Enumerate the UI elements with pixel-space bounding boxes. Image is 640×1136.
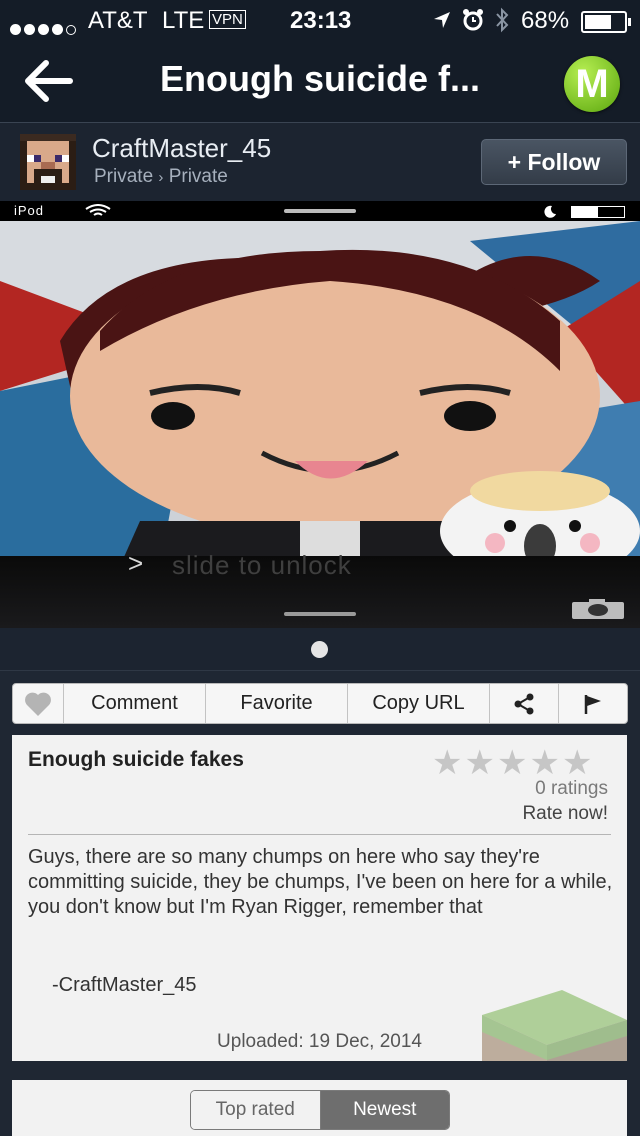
slide-to-unlock-bar[interactable]: > slide to unlock bbox=[0, 548, 640, 628]
alarm-clock-icon bbox=[463, 9, 483, 31]
breadcrumb: Private › Private bbox=[94, 166, 228, 188]
action-bar: Comment Favorite Copy URL bbox=[12, 683, 628, 724]
signal-strength-icon bbox=[10, 14, 79, 42]
device-label: iPod bbox=[14, 203, 45, 218]
network-label: LTE bbox=[162, 7, 205, 34]
flag-icon bbox=[584, 695, 601, 714]
camera-icon bbox=[572, 599, 624, 619]
favorite-button[interactable]: Favorite bbox=[206, 684, 348, 723]
comment-button[interactable]: Comment bbox=[64, 684, 206, 723]
breadcrumb-category[interactable]: Private bbox=[169, 166, 228, 187]
star-icon[interactable]: ★ bbox=[529, 743, 559, 783]
location-arrow-icon bbox=[434, 12, 450, 28]
wifi-icon bbox=[85, 204, 111, 216]
bluetooth-icon bbox=[496, 7, 509, 33]
status-bar: AT&T LTE VPN 23:13 68% bbox=[0, 0, 640, 40]
post-body: Guys, there are so many chumps on here w… bbox=[28, 846, 613, 918]
post-title: Enough suicide fakes bbox=[28, 748, 244, 771]
like-button[interactable] bbox=[13, 684, 64, 723]
star-icon[interactable]: ★ bbox=[562, 743, 592, 783]
share-button[interactable] bbox=[490, 684, 559, 723]
navigation-bar: Enough suicide f... M bbox=[0, 40, 640, 123]
grabber-handle bbox=[284, 209, 356, 213]
page-indicator-dot[interactable] bbox=[311, 641, 328, 658]
cartoon-wallpaper bbox=[0, 221, 640, 566]
battery-percentage: 68% bbox=[521, 7, 570, 34]
post-card: Enough suicide fakes ★★★★★ 0 ratings Rat… bbox=[12, 735, 627, 1061]
embedded-status-bar: iPod bbox=[0, 201, 640, 221]
sort-segmented-control: Top rated Newest bbox=[190, 1090, 450, 1130]
divider bbox=[28, 834, 611, 835]
image-pager bbox=[0, 628, 640, 671]
author-username[interactable]: CraftMaster_45 bbox=[92, 133, 271, 164]
star-icon[interactable]: ★ bbox=[497, 743, 527, 783]
comment-sort-bar: Top rated Newest bbox=[12, 1080, 627, 1136]
post-image[interactable]: iPod > slide to unlock bbox=[0, 201, 640, 628]
embedded-battery-icon bbox=[571, 206, 625, 218]
page-title: Enough suicide f... bbox=[159, 58, 480, 99]
breadcrumb-separator: › bbox=[158, 169, 164, 186]
breadcrumb-visibility[interactable]: Private bbox=[94, 166, 153, 187]
copy-url-button[interactable]: Copy URL bbox=[348, 684, 490, 723]
upload-date: Uploaded: 19 Dec, 2014 bbox=[217, 1031, 422, 1052]
share-icon bbox=[514, 693, 534, 715]
avatar[interactable] bbox=[20, 134, 76, 190]
status-time: 23:13 bbox=[290, 7, 352, 34]
vpn-badge: VPN bbox=[209, 10, 246, 29]
back-arrow-icon[interactable] bbox=[22, 58, 74, 104]
ratings-count: 0 ratings bbox=[535, 778, 608, 799]
star-icon[interactable]: ★ bbox=[432, 743, 462, 783]
moon-icon bbox=[544, 205, 556, 218]
sort-newest-button[interactable]: Newest bbox=[320, 1091, 449, 1129]
app-logo[interactable]: M bbox=[564, 56, 620, 112]
bottom-grabber-handle bbox=[284, 612, 356, 616]
carrier-label: AT&T bbox=[88, 7, 148, 34]
post-signature: -CraftMaster_45 bbox=[52, 974, 197, 996]
report-button[interactable] bbox=[559, 684, 627, 723]
star-icon[interactable]: ★ bbox=[464, 743, 494, 783]
slide-arrow: > bbox=[128, 548, 144, 578]
follow-button[interactable]: + Follow bbox=[481, 139, 627, 185]
slide-to-unlock-text: slide to unlock bbox=[172, 550, 352, 580]
rate-now-link[interactable]: Rate now! bbox=[522, 803, 608, 825]
star-rating[interactable]: ★★★★★ bbox=[430, 743, 592, 783]
battery-icon bbox=[581, 11, 631, 33]
sort-top-rated-button[interactable]: Top rated bbox=[191, 1091, 321, 1129]
heart-icon bbox=[25, 692, 51, 716]
author-bar: CraftMaster_45 Private › Private + Follo… bbox=[0, 123, 640, 201]
